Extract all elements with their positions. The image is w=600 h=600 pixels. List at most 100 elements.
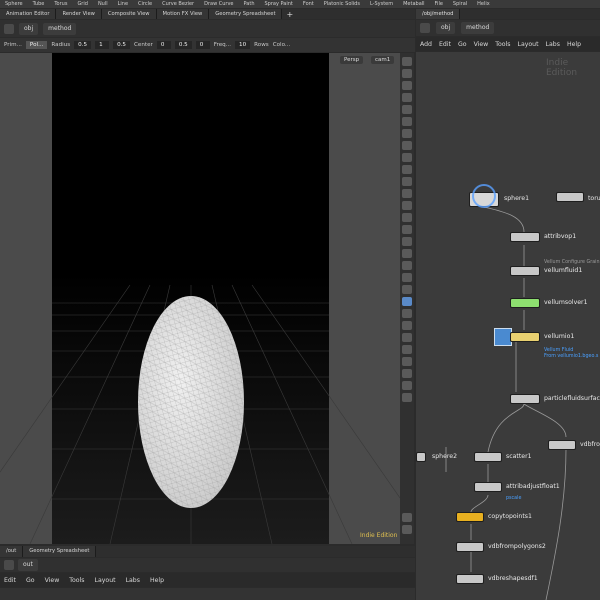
- path-method[interactable]: method: [43, 22, 77, 35]
- shelf-tool[interactable]: Spray Paint: [259, 0, 297, 8]
- camera-menu[interactable]: cam1: [371, 56, 395, 64]
- menu-tools[interactable]: Tools: [495, 41, 510, 48]
- node-attribvop1[interactable]: [510, 232, 540, 242]
- shelf-tool[interactable]: Spiral: [448, 0, 472, 8]
- menu-view[interactable]: View: [45, 577, 60, 584]
- node-vellumfluid1[interactable]: [510, 266, 540, 276]
- node-copytopoints1[interactable]: [456, 512, 484, 522]
- tool-icon[interactable]: [402, 321, 412, 330]
- shelf-tool[interactable]: Metaball: [398, 0, 429, 8]
- tool-icon[interactable]: [402, 93, 412, 102]
- tab-animation-editor[interactable]: Animation Editor: [0, 9, 57, 19]
- node-attribadjustfloat1[interactable]: [474, 482, 502, 492]
- tool-icon[interactable]: [402, 513, 412, 522]
- shelf-tool[interactable]: Helix: [472, 0, 495, 8]
- center-z-field[interactable]: 0: [195, 41, 210, 49]
- tool-icon[interactable]: [402, 105, 412, 114]
- tool-icon[interactable]: [402, 249, 412, 258]
- tool-icon[interactable]: [402, 369, 412, 378]
- shelf-tool[interactable]: Platonic Solids: [319, 0, 365, 8]
- tool-icon[interactable]: [402, 309, 412, 318]
- node-sphere2[interactable]: [416, 452, 426, 462]
- shelf-tool[interactable]: Torus: [49, 0, 72, 8]
- radius-z-field[interactable]: 0.5: [113, 41, 130, 49]
- node-vdbreshapesdf1[interactable]: [456, 574, 484, 584]
- menu-layout[interactable]: Layout: [95, 577, 116, 584]
- shelf-tool[interactable]: Line: [113, 0, 133, 8]
- freq-field[interactable]: 10: [235, 41, 251, 49]
- tool-icon[interactable]: [402, 333, 412, 342]
- menu-go[interactable]: Go: [26, 577, 35, 584]
- tab-composite-view[interactable]: Composite View: [101, 9, 157, 19]
- node-vdbfrom[interactable]: [548, 440, 576, 450]
- tool-icon[interactable]: [402, 261, 412, 270]
- center-x-field[interactable]: 0: [156, 41, 171, 49]
- radius-y-field[interactable]: 1: [95, 41, 110, 49]
- menu-labs[interactable]: Labs: [546, 41, 560, 48]
- persp-menu[interactable]: Persp: [340, 56, 364, 64]
- node-vellumio1[interactable]: [510, 332, 540, 342]
- tab-geometry-spreadsheet-bottom[interactable]: Geometry Spreadsheet: [23, 546, 97, 557]
- node-particlefluidsurface1[interactable]: [510, 394, 540, 404]
- node-vdbfrompolygons2[interactable]: [456, 542, 484, 552]
- menu-go[interactable]: Go: [458, 41, 467, 48]
- shelf-tool[interactable]: File: [430, 0, 448, 8]
- tool-icon[interactable]: [402, 81, 412, 90]
- menu-view[interactable]: View: [474, 41, 489, 48]
- menu-help[interactable]: Help: [150, 577, 164, 584]
- tab-motion-fx-view[interactable]: Motion FX View: [156, 9, 210, 19]
- tool-icon[interactable]: [402, 69, 412, 78]
- path-obj[interactable]: obj: [19, 22, 39, 35]
- menu-tools[interactable]: Tools: [69, 577, 84, 584]
- prim-mode[interactable]: Prim...: [4, 42, 22, 48]
- shelf-tool[interactable]: Curve Bezier: [157, 0, 199, 8]
- tab-geometry-spreadsheet[interactable]: Geometry Spreadsheet: [209, 9, 283, 19]
- menu-help[interactable]: Help: [567, 41, 581, 48]
- poly-select[interactable]: Pol...: [25, 41, 48, 49]
- tool-icon[interactable]: [402, 129, 412, 138]
- tool-icon[interactable]: [402, 381, 412, 390]
- menu-add[interactable]: Add: [420, 41, 432, 48]
- tool-icon[interactable]: [402, 201, 412, 210]
- back-arrow-icon[interactable]: [4, 560, 14, 570]
- tool-icon[interactable]: [402, 297, 412, 306]
- tool-icon[interactable]: [402, 225, 412, 234]
- menu-labs[interactable]: Labs: [126, 577, 140, 584]
- shelf-tool[interactable]: Null: [93, 0, 113, 8]
- node-scatter1[interactable]: [474, 452, 502, 462]
- tool-icon[interactable]: [402, 57, 412, 66]
- shelf-tool[interactable]: Tube: [28, 0, 50, 8]
- tool-icon[interactable]: [402, 285, 412, 294]
- tab-obj-method[interactable]: /obj/method: [416, 9, 461, 19]
- node-vellumsolver1[interactable]: [510, 298, 540, 308]
- center-y-field[interactable]: 0.5: [174, 41, 192, 49]
- back-arrow-icon[interactable]: [4, 23, 14, 34]
- shelf-tool[interactable]: Grid: [72, 0, 93, 8]
- tool-icon[interactable]: [402, 273, 412, 282]
- shelf-tool[interactable]: Draw Curve: [199, 0, 238, 8]
- tool-icon[interactable]: [402, 165, 412, 174]
- tool-icon[interactable]: [402, 177, 412, 186]
- shelf-tool[interactable]: Font: [298, 0, 319, 8]
- network-path-method[interactable]: method: [461, 22, 495, 34]
- tool-icon[interactable]: [402, 117, 412, 126]
- network-editor-canvas[interactable]: sphere1 toru attribvop1 Vellum Configure…: [416, 52, 600, 600]
- tool-icon[interactable]: [402, 525, 412, 534]
- path-out[interactable]: out: [18, 559, 38, 571]
- tool-icon[interactable]: [402, 153, 412, 162]
- radius-x-field[interactable]: 0.5: [74, 41, 92, 49]
- tool-icon[interactable]: [402, 237, 412, 246]
- shelf-tool[interactable]: Circle: [133, 0, 157, 8]
- tool-icon[interactable]: [402, 213, 412, 222]
- menu-edit[interactable]: Edit: [439, 41, 451, 48]
- node-torus[interactable]: [556, 192, 584, 202]
- add-tab-button[interactable]: +: [282, 10, 297, 19]
- tab-out[interactable]: /out: [0, 546, 24, 557]
- shelf-tool[interactable]: Sphere: [0, 0, 28, 8]
- network-path-obj[interactable]: obj: [436, 22, 456, 34]
- tool-icon[interactable]: [402, 189, 412, 198]
- 3d-viewport[interactable]: [0, 53, 400, 544]
- tool-icon[interactable]: [402, 345, 412, 354]
- shelf-tool[interactable]: Path: [239, 0, 260, 8]
- menu-layout[interactable]: Layout: [518, 41, 539, 48]
